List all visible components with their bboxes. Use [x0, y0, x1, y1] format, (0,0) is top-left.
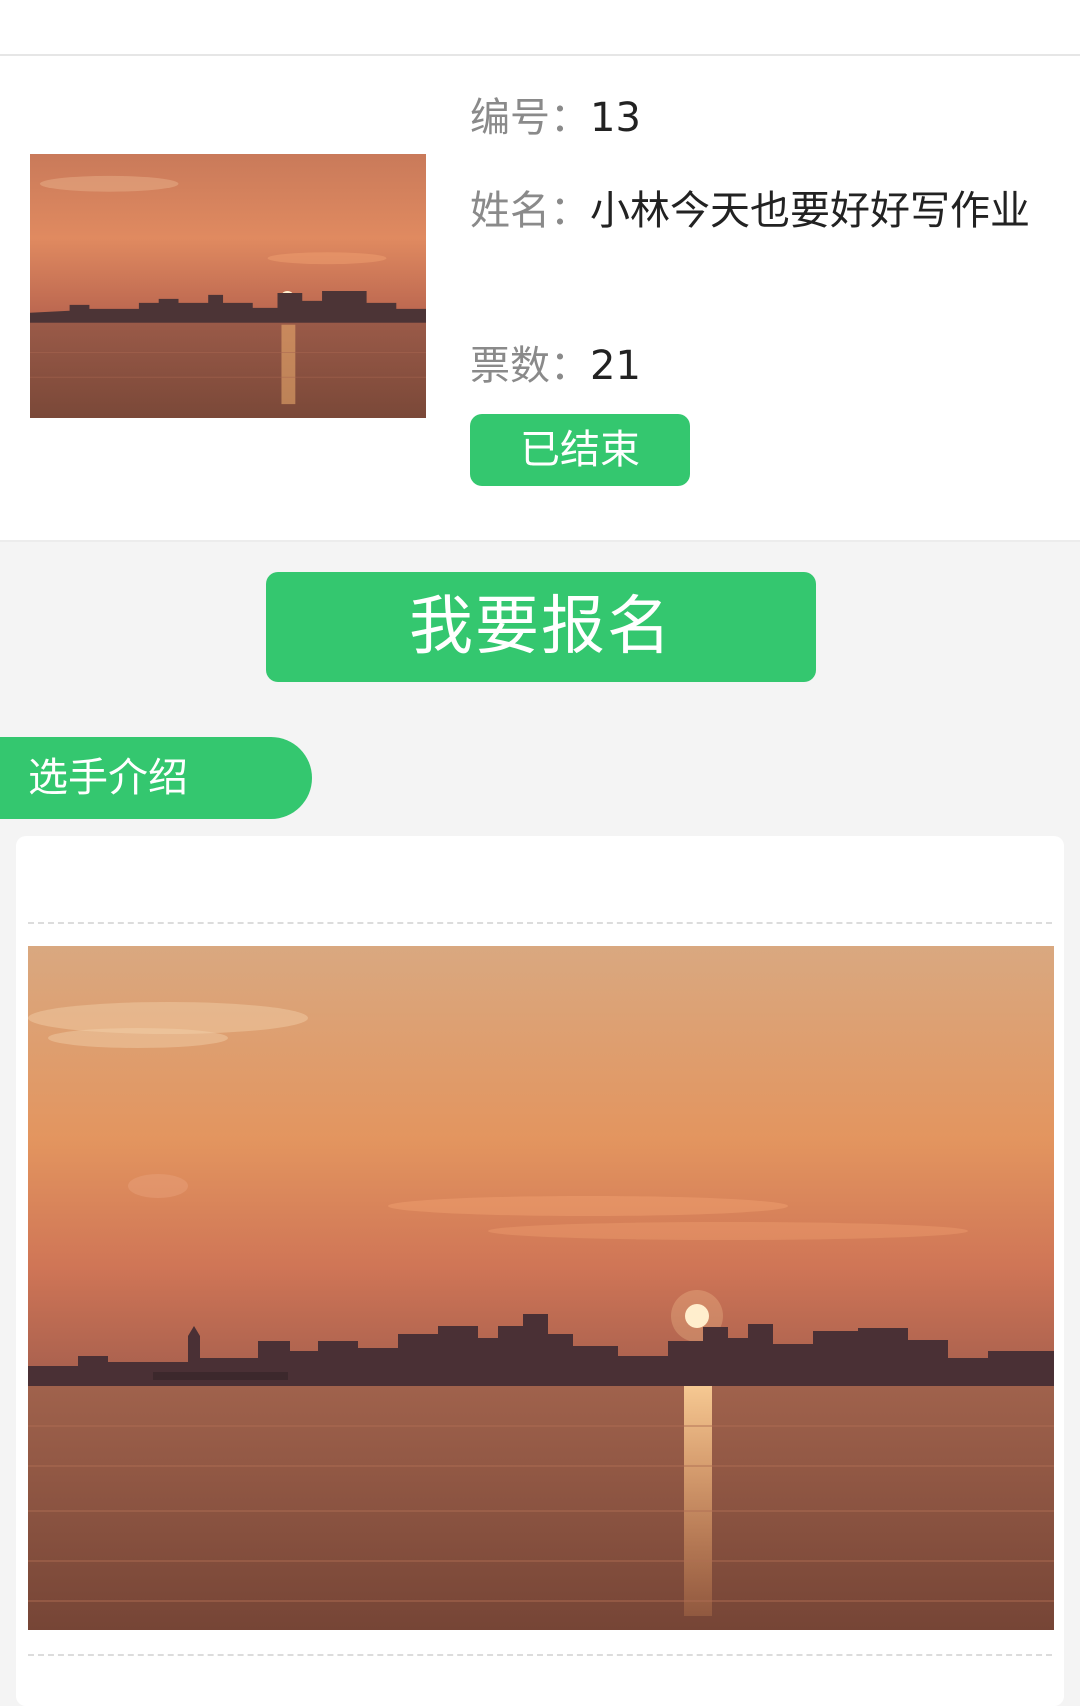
vote-status-button[interactable]: 已结束: [470, 414, 690, 486]
name-label: 姓名：: [470, 188, 590, 234]
contestant-number: 编号：13: [470, 88, 641, 148]
contestant-votes: 票数：21: [470, 336, 641, 396]
divider: [28, 1654, 1052, 1656]
intro-section-tab: 选手介绍: [0, 737, 312, 819]
number-label: 编号：: [470, 95, 590, 141]
number-value: 13: [590, 95, 641, 141]
contestant-name: 姓名：小林今天也要好好写作业: [470, 170, 1040, 252]
contestant-thumbnail[interactable]: [30, 154, 426, 418]
votes-value: 21: [590, 343, 641, 389]
intro-photo[interactable]: [28, 946, 1054, 1630]
intro-card: [16, 836, 1064, 1706]
name-value: 小林今天也要好好写作业: [590, 188, 1030, 234]
contestant-card: 编号：13 姓名：小林今天也要好好写作业 票数：21 已结束: [0, 56, 1080, 542]
top-bar: [0, 0, 1080, 56]
divider: [28, 922, 1052, 924]
votes-label: 票数：: [470, 343, 590, 389]
signup-button[interactable]: 我要报名: [266, 572, 816, 682]
